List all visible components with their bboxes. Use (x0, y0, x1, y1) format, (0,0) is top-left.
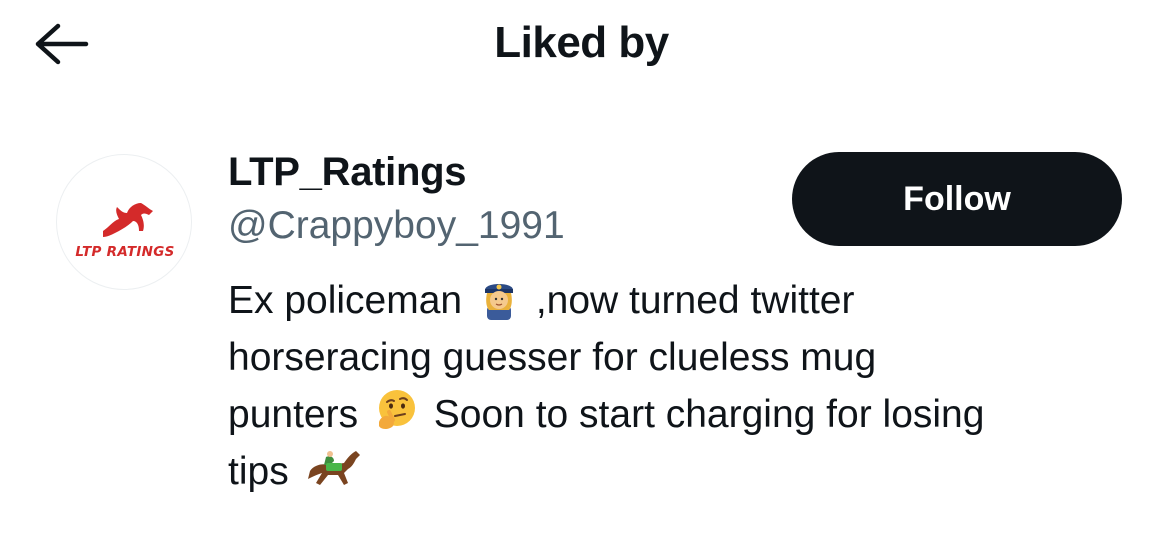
top-bar: Liked by (0, 0, 1163, 92)
user-handle[interactable]: @Crappyboy_1991 (228, 204, 565, 248)
bio-line-2: horseracing guesser for clueless mug (228, 336, 877, 379)
bio-line-1: Ex policeman ,now turned twitter (228, 272, 1128, 329)
bio-text: punters (228, 393, 359, 436)
bio-text: ,now turned twitter (535, 279, 855, 322)
logo-text: LTP RATINGS (75, 244, 175, 260)
bio-line-4: tips (228, 443, 1128, 500)
thinking-face-emoji-icon (378, 390, 415, 429)
horse-racing-emoji-icon (307, 451, 360, 485)
user-cell[interactable]: LTP RATINGS LTP_Ratings @Crappyboy_1991 … (0, 140, 1163, 520)
follow-button[interactable]: Follow (792, 152, 1122, 246)
policewoman-emoji-icon (484, 284, 513, 320)
bio-line-3: punters Soon to start charging for losin… (228, 386, 1128, 443)
bio-text: tips (228, 450, 289, 493)
user-bio: Ex policeman ,now turned twitter horsera… (228, 272, 1128, 500)
page-title: Liked by (494, 18, 669, 67)
avatar[interactable]: LTP RATINGS (56, 154, 192, 290)
bio-text: Ex policeman (228, 279, 463, 322)
horse-logo-icon (103, 203, 153, 237)
bio-text: Soon to start charging for losing (433, 393, 985, 436)
display-name[interactable]: LTP_Ratings (228, 150, 467, 195)
